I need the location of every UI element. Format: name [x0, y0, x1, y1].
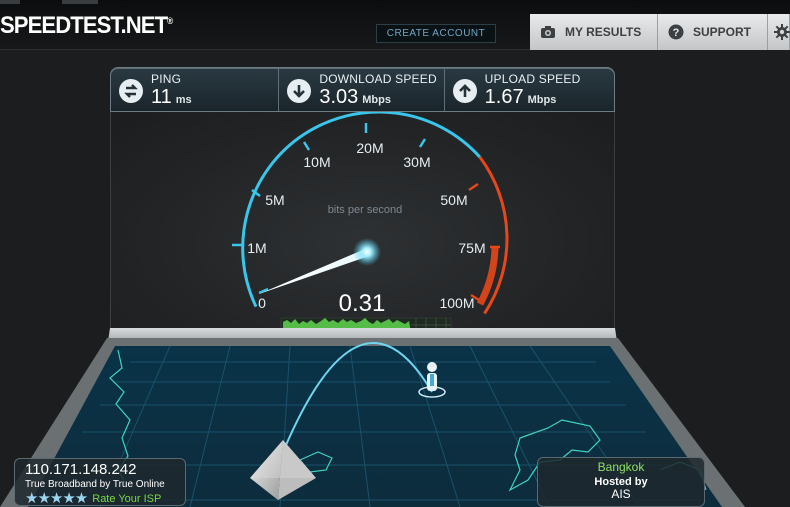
ping-unit: ms — [175, 94, 192, 106]
star-rating-icon[interactable]: ★★★★★ — [25, 491, 88, 506]
upload-icon — [452, 79, 477, 103]
ping-value: 11 — [151, 86, 172, 108]
ping-icon — [119, 79, 143, 103]
upload-stat: UPLOAD SPEED 1.67 Mbps — [445, 68, 614, 111]
tick-label: 100M — [439, 295, 474, 311]
tick-label: 75M — [458, 240, 485, 256]
ping-label: PING — [151, 72, 182, 86]
nav-tabs: MY RESULTS ? SUPPORT — [530, 14, 790, 50]
current-speed: 0.31 — [338, 290, 386, 317]
tick-label: 50M — [440, 192, 467, 208]
gauge-needle — [259, 249, 369, 294]
svg-text:?: ? — [673, 27, 680, 39]
download-stat: DOWNLOAD SPEED 3.03 Mbps — [279, 68, 445, 111]
help-icon: ? — [668, 24, 684, 40]
server-city: Bangkok — [597, 460, 645, 474]
ping-stat: PING 11 ms — [111, 68, 280, 111]
download-unit: Mbps — [362, 94, 391, 106]
server-host: AIS — [611, 487, 631, 501]
isp-rating[interactable]: ★★★★★ Rate Your ISP — [25, 491, 175, 506]
camera-icon — [540, 24, 556, 40]
browser-tab-stub — [0, 0, 20, 4]
tick-label: 5M — [265, 192, 284, 208]
gear-icon — [774, 24, 790, 40]
top-bar: SPEEDTEST.NET® CREATE ACCOUNT MY RESULTS… — [0, 0, 790, 50]
tick-label: 10M — [303, 154, 330, 170]
download-value: 3.03 — [319, 86, 359, 108]
rate-isp-link[interactable]: Rate Your ISP — [92, 493, 161, 505]
tab-label: MY RESULTS — [565, 25, 642, 39]
upload-unit: Mbps — [527, 94, 557, 106]
tick-label: 30M — [403, 154, 430, 170]
upload-value: 1.67 — [484, 86, 524, 108]
download-icon — [287, 79, 312, 103]
tab-label: SUPPORT — [693, 25, 752, 39]
ip-address: 110.171.148.242 — [25, 461, 137, 478]
create-account-button[interactable]: CREATE ACCOUNT — [376, 24, 496, 43]
upload-label: UPLOAD SPEED — [484, 72, 581, 86]
tick-label: 0 — [258, 295, 266, 311]
server-info[interactable]: Bangkok Hosted by AIS — [537, 457, 705, 507]
download-label: DOWNLOAD SPEED — [319, 72, 437, 86]
tab-my-results[interactable]: MY RESULTS — [530, 14, 658, 50]
tab-support[interactable]: ? SUPPORT — [658, 14, 768, 50]
tab-settings[interactable] — [768, 14, 790, 50]
site-logo[interactable]: SPEEDTEST.NET® — [0, 12, 173, 40]
tick-label: 20M — [356, 140, 383, 156]
results-panel: PING 11 ms DOWNLOAD SPEED 3.03 Mbps UPLOAD… — [110, 67, 615, 112]
tick-label: 1M — [247, 240, 266, 256]
client-info: 110.171.148.242 True Broadband by True O… — [14, 458, 186, 506]
browser-tab-stub — [62, 0, 98, 4]
gauge-hub — [353, 238, 381, 266]
gauge-caption: bits per second — [328, 204, 403, 216]
